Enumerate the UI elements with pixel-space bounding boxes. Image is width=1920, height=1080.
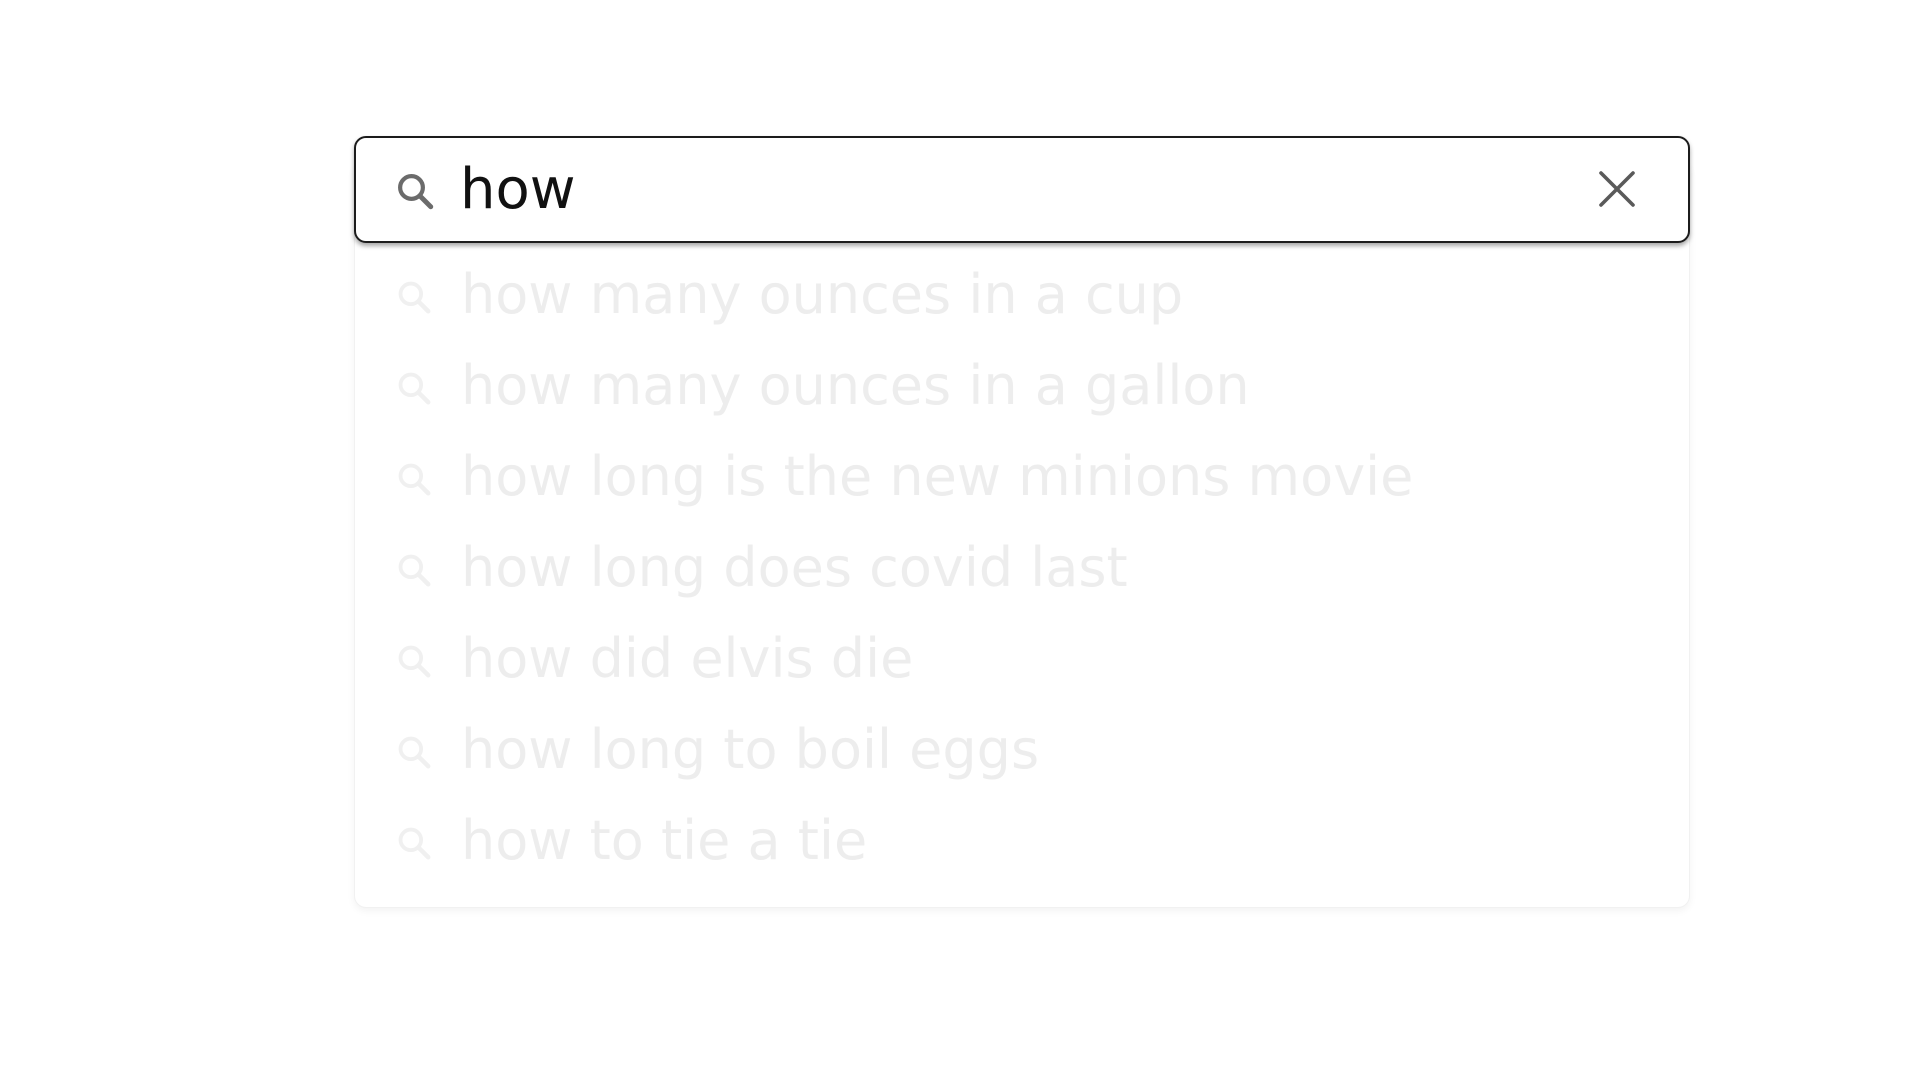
suggestion-label: how long to boil eggs	[461, 718, 1040, 781]
suggestion-item[interactable]: how many ounces in a gallon	[355, 340, 1689, 431]
suggestion-item[interactable]: how long does covid last	[355, 522, 1689, 613]
clear-search-button[interactable]	[1592, 164, 1642, 214]
search-icon	[398, 827, 431, 860]
suggestion-label: how many ounces in a cup	[461, 263, 1184, 326]
suggestion-list: how many ounces in a cup how many ounces…	[355, 249, 1689, 886]
suggestion-item[interactable]: how did elvis die	[355, 613, 1689, 704]
close-icon	[1599, 171, 1635, 207]
search-icon	[398, 281, 431, 314]
suggestion-item[interactable]: how many ounces in a cup	[355, 249, 1689, 340]
suggestion-item[interactable]: how long to boil eggs	[355, 704, 1689, 795]
search-icon	[398, 174, 434, 210]
suggestion-label: how many ounces in a gallon	[461, 354, 1250, 417]
search-icon	[398, 645, 431, 678]
suggestion-label: how did elvis die	[461, 627, 914, 690]
suggestion-label: how long is the new minions movie	[461, 445, 1414, 508]
suggestion-item[interactable]: how to tie a tie	[355, 795, 1689, 886]
search-icon	[398, 463, 431, 496]
suggestions-dropdown: how many ounces in a cup how many ounces…	[354, 160, 1690, 908]
search-input[interactable]	[460, 146, 1540, 232]
search-icon	[398, 736, 431, 769]
suggestion-label: how long does covid last	[461, 536, 1128, 599]
search-icon	[398, 372, 431, 405]
suggestion-item[interactable]: how long is the new minions movie	[355, 431, 1689, 522]
suggestion-label: how to tie a tie	[461, 809, 868, 872]
search-box	[354, 136, 1690, 243]
search-icon	[398, 554, 431, 587]
